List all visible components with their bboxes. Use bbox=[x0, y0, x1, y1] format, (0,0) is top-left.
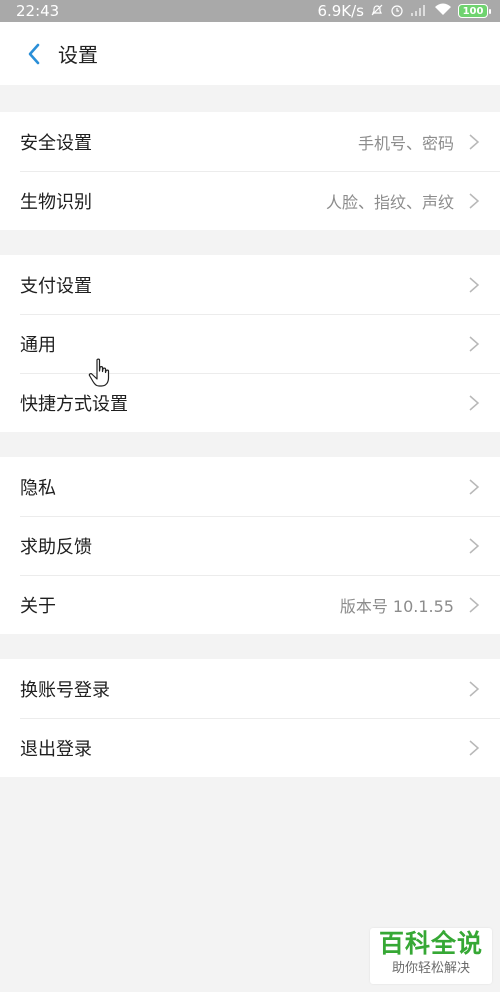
net-speed: 6.9K/s bbox=[317, 2, 364, 20]
row-value: 手机号、密码 bbox=[357, 133, 454, 153]
watermark-title: 百科全说 bbox=[378, 929, 483, 958]
status-bar: 22:43 6.9K/s 100 bbox=[0, 0, 500, 22]
watermark-subtitle: 助你轻松解决 bbox=[391, 961, 470, 976]
settings-section-account-security: 安全设置 手机号、密码 生物识别 人脸、指纹、声纹 bbox=[0, 112, 500, 230]
page-title: 设置 bbox=[58, 43, 98, 67]
status-icons: 6.9K/s 100 bbox=[317, 2, 491, 20]
row-privacy[interactable]: 隐私 bbox=[0, 457, 500, 516]
row-label: 关于 bbox=[20, 595, 56, 617]
row-value: 人脸、指纹、声纹 bbox=[325, 192, 454, 212]
settings-section-info: 隐私 求助反馈 关于 版本号 10.1.55 bbox=[0, 457, 500, 634]
status-time: 22:43 bbox=[16, 2, 60, 20]
back-button[interactable] bbox=[14, 22, 54, 85]
row-label: 退出登录 bbox=[20, 738, 92, 760]
signal-icon bbox=[410, 4, 428, 19]
row-about[interactable]: 关于 版本号 10.1.55 bbox=[0, 575, 500, 634]
row-label: 换账号登录 bbox=[20, 679, 110, 701]
chevron-right-icon bbox=[469, 394, 480, 411]
chevron-right-icon bbox=[469, 478, 480, 495]
row-payment-settings[interactable]: 支付设置 bbox=[0, 255, 500, 314]
chevron-right-icon bbox=[469, 276, 480, 293]
row-label: 支付设置 bbox=[20, 275, 92, 297]
app-header: 设置 bbox=[0, 22, 500, 85]
row-shortcut-settings[interactable]: 快捷方式设置 bbox=[0, 373, 500, 432]
settings-section-account: 换账号登录 退出登录 bbox=[0, 659, 500, 777]
chevron-left-icon bbox=[28, 43, 40, 64]
row-security-settings[interactable]: 安全设置 手机号、密码 bbox=[0, 112, 500, 171]
hand-cursor-icon bbox=[88, 358, 110, 387]
chevron-right-icon bbox=[469, 537, 480, 554]
row-biometrics[interactable]: 生物识别 人脸、指纹、声纹 bbox=[0, 171, 500, 230]
row-help-feedback[interactable]: 求助反馈 bbox=[0, 516, 500, 575]
row-logout[interactable]: 退出登录 bbox=[0, 718, 500, 777]
version-number: 版本号 10.1.55 bbox=[339, 596, 454, 616]
chevron-right-icon bbox=[469, 596, 480, 613]
settings-section-general: 支付设置 通用 快捷方式设置 bbox=[0, 255, 500, 432]
chevron-right-icon bbox=[469, 739, 480, 756]
chevron-right-icon bbox=[469, 133, 480, 150]
alarm-icon bbox=[390, 3, 404, 20]
row-label: 隐私 bbox=[20, 477, 56, 499]
row-label: 安全设置 bbox=[20, 132, 92, 154]
chevron-right-icon bbox=[469, 680, 480, 697]
row-label: 生物识别 bbox=[20, 191, 92, 213]
chevron-right-icon bbox=[469, 192, 480, 209]
mute-bell-icon bbox=[370, 3, 384, 20]
row-label: 快捷方式设置 bbox=[20, 393, 128, 415]
wifi-icon bbox=[434, 3, 452, 19]
battery-icon: 100 bbox=[458, 4, 491, 18]
row-general[interactable]: 通用 bbox=[0, 314, 500, 373]
watermark-logo: 百科全说 助你轻松解决 bbox=[370, 928, 492, 984]
row-label: 通用 bbox=[20, 334, 56, 356]
row-switch-account[interactable]: 换账号登录 bbox=[0, 659, 500, 718]
row-label: 求助反馈 bbox=[20, 536, 92, 558]
chevron-right-icon bbox=[469, 335, 480, 352]
